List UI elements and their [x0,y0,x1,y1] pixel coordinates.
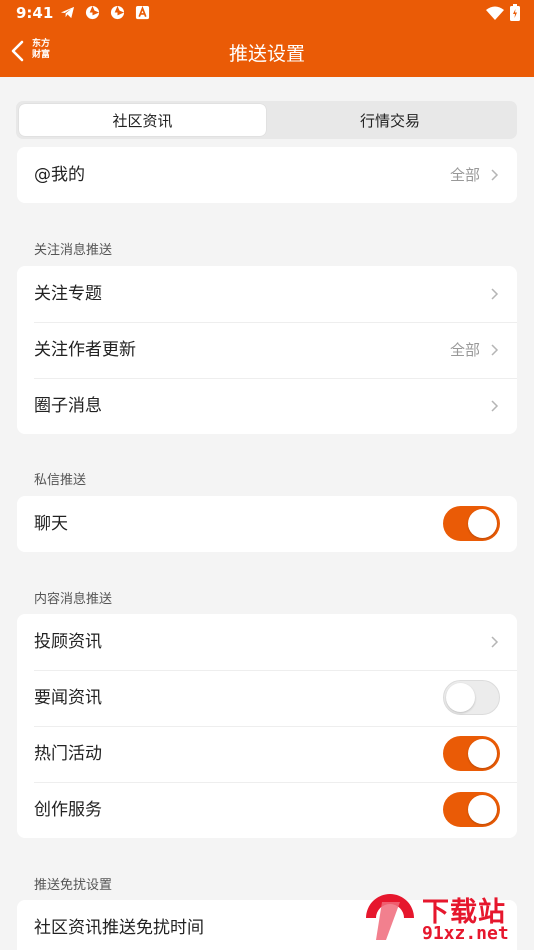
toggle-knob [468,739,497,768]
follow-topics-row[interactable]: 关注专题 [17,266,517,322]
row-label: 投顾资讯 [34,632,102,652]
tab-market-trading[interactable]: 行情交易 [266,104,514,136]
wifi-icon [486,6,504,20]
row-label: 要闻资讯 [34,688,102,708]
chevron-right-icon [491,400,499,412]
row-label: 创作服务 [34,800,102,820]
section-title-dnd: 推送免扰设置 [34,878,113,893]
row-label: 聊天 [34,514,68,534]
hot-events-toggle[interactable] [443,736,500,771]
chevron-right-icon [491,288,499,300]
tab-community-news[interactable]: 社区资讯 [19,104,266,136]
app-header: 9:41 东方 财富 推送设置 [0,0,534,77]
headline-news-toggle[interactable] [443,680,500,715]
creator-service-row: 创作服务 [17,782,517,838]
advisor-news-row[interactable]: 投顾资讯 [17,614,517,670]
watermark-logo-icon [366,894,414,940]
row-label: @我的 [34,165,85,185]
follow-card: 关注专题 关注作者更新 全部 圈子消息 [17,266,517,434]
row-label: 关注作者更新 [34,340,136,360]
toggle-knob [468,509,497,538]
chevron-right-icon [491,344,499,356]
creator-service-toggle[interactable] [443,792,500,827]
row-label: 社区资讯推送免扰时间 [34,918,204,938]
chevron-right-icon [491,636,499,648]
hot-events-row: 热门活动 [17,726,517,782]
row-label: 关注专题 [34,284,102,304]
chat-row: 聊天 [17,496,517,552]
aperture-icon [85,5,100,20]
content-card: 投顾资讯 要闻资讯 热门活动 创作服务 [17,614,517,838]
private-card: 聊天 [17,496,517,552]
notification-icons [60,5,150,20]
chevron-right-icon [491,169,499,181]
status-time: 9:41 [16,4,54,22]
headline-news-row: 要闻资讯 [17,670,517,726]
chat-toggle[interactable] [443,506,500,541]
segmented-tabs: 社区资讯 行情交易 [16,101,517,139]
mentions-row[interactable]: @我的 全部 [17,147,517,203]
circle-messages-row[interactable]: 圈子消息 [17,378,517,434]
row-value: 全部 [449,166,480,184]
section-title-follow: 关注消息推送 [34,243,113,258]
page-title: 推送设置 [228,43,305,65]
mentions-card: @我的 全部 [17,147,517,203]
row-label: 圈子消息 [34,396,102,416]
watermark-domain: 91xz.net [422,923,509,944]
telegram-icon [60,6,75,19]
system-status [486,4,520,21]
watermark: 下载站 91xz.net [360,886,532,950]
section-title-private: 私信推送 [34,473,87,488]
battery-icon [510,4,520,21]
toggle-knob [468,795,497,824]
aperture-icon [110,5,125,20]
row-value: 全部 [449,341,480,359]
row-label: 热门活动 [34,744,102,764]
follow-authors-row[interactable]: 关注作者更新 全部 [17,322,517,378]
app-a-icon [135,5,150,20]
toggle-knob [446,683,475,712]
nav-bar: 东方 财富 推送设置 [0,26,534,77]
section-title-content: 内容消息推送 [34,592,113,607]
status-bar: 9:41 [0,0,534,26]
